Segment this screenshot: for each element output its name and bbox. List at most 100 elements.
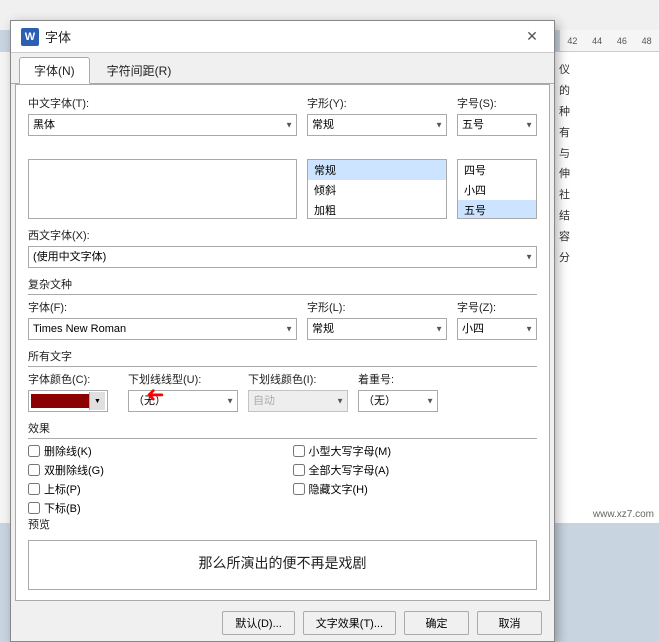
- all-caps-checkbox[interactable]: [293, 464, 305, 476]
- font-color-arrow: ▼: [89, 392, 105, 410]
- superscript-label: 上标(P): [44, 481, 81, 497]
- underline-type-group: 下划线线型(U): （无）: [128, 371, 238, 412]
- chinese-font-group: 中文字体(T): 黑体: [28, 95, 297, 136]
- double-strikethrough-checkbox[interactable]: [28, 464, 40, 476]
- underline-type-select-wrapper: （无）: [128, 390, 238, 412]
- emphasis-select-wrapper: （无）: [358, 390, 438, 412]
- text-effects-button[interactable]: 文字效果(T)...: [303, 611, 396, 635]
- complex-font-group: 字体(F): Times New Roman: [28, 299, 297, 340]
- all-caps-label: 全部大写字母(A): [309, 462, 390, 478]
- style-select-wrapper: 常规: [307, 114, 447, 136]
- font-color-group: 字体颜色(C): ▼: [28, 371, 118, 412]
- preview-label: 预览: [28, 516, 537, 532]
- style-item-italic[interactable]: 倾斜: [308, 180, 446, 200]
- hidden-checkbox[interactable]: [293, 483, 305, 495]
- size-listbox[interactable]: 四号 小四 五号: [457, 159, 537, 219]
- ok-button[interactable]: 确定: [404, 611, 469, 635]
- complex-font-select[interactable]: Times New Roman: [28, 318, 297, 340]
- font-color-picker[interactable]: ▼: [28, 390, 108, 412]
- complex-style-group: 字形(L): 常规: [307, 299, 447, 340]
- western-font-group: 西文字体(X): (使用中文字体): [28, 227, 537, 268]
- style-group: 字形(Y): 常规: [307, 95, 447, 136]
- emphasis-select[interactable]: （无）: [358, 390, 438, 412]
- chinese-font-list-group: x: [28, 144, 297, 219]
- underline-type-label: 下划线线型(U):: [128, 371, 238, 387]
- underline-color-select-wrapper: 自动: [248, 390, 348, 412]
- listbox-row: x x 常规 倾斜 加粗 x 四号 小四 五号: [28, 144, 537, 219]
- style-list-group: x 常规 倾斜 加粗: [307, 144, 447, 219]
- tab-font[interactable]: 字体(N): [19, 57, 90, 84]
- chinese-font-listbox[interactable]: [28, 159, 297, 219]
- strikethrough-label: 删除线(K): [44, 443, 92, 459]
- tab-spacing[interactable]: 字符间距(R): [92, 57, 187, 83]
- small-caps-label: 小型大写字母(M): [309, 443, 392, 459]
- double-strikethrough-label: 双删除线(G): [44, 462, 104, 478]
- chinese-font-select[interactable]: 黑体: [28, 114, 297, 136]
- complex-style-select-wrapper: 常规: [307, 318, 447, 340]
- superscript-checkbox[interactable]: [28, 483, 40, 495]
- size-item-x4[interactable]: 小四: [458, 180, 536, 200]
- strikethrough-checkbox[interactable]: [28, 445, 40, 457]
- complex-script-row: 字体(F): Times New Roman 字形(L): 常规 字号(Z):: [28, 299, 537, 340]
- dialog-footer: 默认(D)... 文字效果(T)... 确定 取消: [11, 605, 554, 641]
- font-color-swatch: [31, 394, 89, 408]
- font-color-label: 字体颜色(C):: [28, 371, 118, 387]
- size-item-4[interactable]: 四号: [458, 160, 536, 180]
- dialog-title-left: W 字体: [21, 27, 71, 46]
- effects-section-label: 效果: [28, 420, 537, 439]
- complex-size-group: 字号(Z): 小四: [457, 299, 537, 340]
- dialog-title-text: 字体: [45, 27, 71, 46]
- chinese-font-select-wrapper: 黑体: [28, 114, 297, 136]
- underline-color-group: 下划线颜色(I): 自动: [248, 371, 348, 412]
- preview-section: 那么所演出的便不再是戏剧: [28, 540, 537, 590]
- style-label: 字形(Y):: [307, 95, 447, 111]
- size-item-5[interactable]: 五号: [458, 200, 536, 219]
- subscript-label: 下标(B): [44, 500, 81, 516]
- style-item-bold[interactable]: 加粗: [308, 200, 446, 219]
- style-select[interactable]: 常规: [307, 114, 447, 136]
- complex-font-select-wrapper: Times New Roman: [28, 318, 297, 340]
- complex-size-select[interactable]: 小四: [457, 318, 537, 340]
- emphasis-group: 着重号: （无）: [358, 371, 438, 412]
- word-icon: W: [21, 28, 39, 46]
- arrow-annotation: ➜: [146, 382, 164, 408]
- complex-script-section-label: 复杂文种: [28, 276, 537, 295]
- subscript-checkbox[interactable]: [28, 502, 40, 514]
- dialog-titlebar: W 字体 ✕: [11, 21, 554, 53]
- font-dialog: W 字体 ✕ 字体(N) 字符间距(R) 中文字体(T): 黑体 字形(Y):: [10, 20, 555, 642]
- small-caps-checkbox[interactable]: [293, 445, 305, 457]
- cancel-button[interactable]: 取消: [477, 611, 542, 635]
- size-select-wrapper: 五号: [457, 114, 537, 136]
- ruler-right: 42 44 46 48: [560, 30, 659, 52]
- style-listbox[interactable]: 常规 倾斜 加粗: [307, 159, 447, 219]
- effect-small-caps: 小型大写字母(M): [293, 443, 538, 459]
- complex-style-label: 字形(L):: [307, 299, 447, 315]
- doc-side-content: 仪的种有与伸社结容分: [554, 52, 659, 523]
- preview-text: 那么所演出的便不再是戏剧: [35, 547, 530, 579]
- default-button[interactable]: 默认(D)...: [222, 611, 294, 635]
- close-button[interactable]: ✕: [520, 25, 544, 49]
- style-item-regular[interactable]: 常规: [308, 160, 446, 180]
- size-select[interactable]: 五号: [457, 114, 537, 136]
- effect-subscript: 下标(B): [28, 500, 273, 516]
- western-font-select[interactable]: (使用中文字体): [28, 246, 537, 268]
- complex-size-select-wrapper: 小四: [457, 318, 537, 340]
- effects-grid: 删除线(K) 小型大写字母(M) 双删除线(G) 全部大写字母(A) 上标(P)…: [28, 443, 537, 516]
- size-label: 字号(S):: [457, 95, 537, 111]
- underline-type-select[interactable]: （无）: [128, 390, 238, 412]
- underline-color-select[interactable]: 自动: [248, 390, 348, 412]
- hidden-label: 隐藏文字(H): [309, 481, 368, 497]
- font-row-1: 中文字体(T): 黑体 字形(Y): 常规 字号(S):: [28, 95, 537, 136]
- all-text-section-label: 所有文字: [28, 348, 537, 367]
- dialog-body: 中文字体(T): 黑体 字形(Y): 常规 字号(S):: [15, 84, 550, 601]
- emphasis-label: 着重号:: [358, 371, 438, 387]
- effect-strikethrough: 删除线(K): [28, 443, 273, 459]
- chinese-font-label: 中文字体(T):: [28, 95, 297, 111]
- effect-hidden: 隐藏文字(H): [293, 481, 538, 497]
- western-font-label: 西文字体(X):: [28, 227, 537, 243]
- effect-double-strikethrough: 双删除线(G): [28, 462, 273, 478]
- western-font-select-wrapper: (使用中文字体): [28, 246, 537, 268]
- doc-side-text: 仪的种有与伸社结容分: [559, 60, 655, 269]
- complex-style-select[interactable]: 常规: [307, 318, 447, 340]
- effect-all-caps: 全部大写字母(A): [293, 462, 538, 478]
